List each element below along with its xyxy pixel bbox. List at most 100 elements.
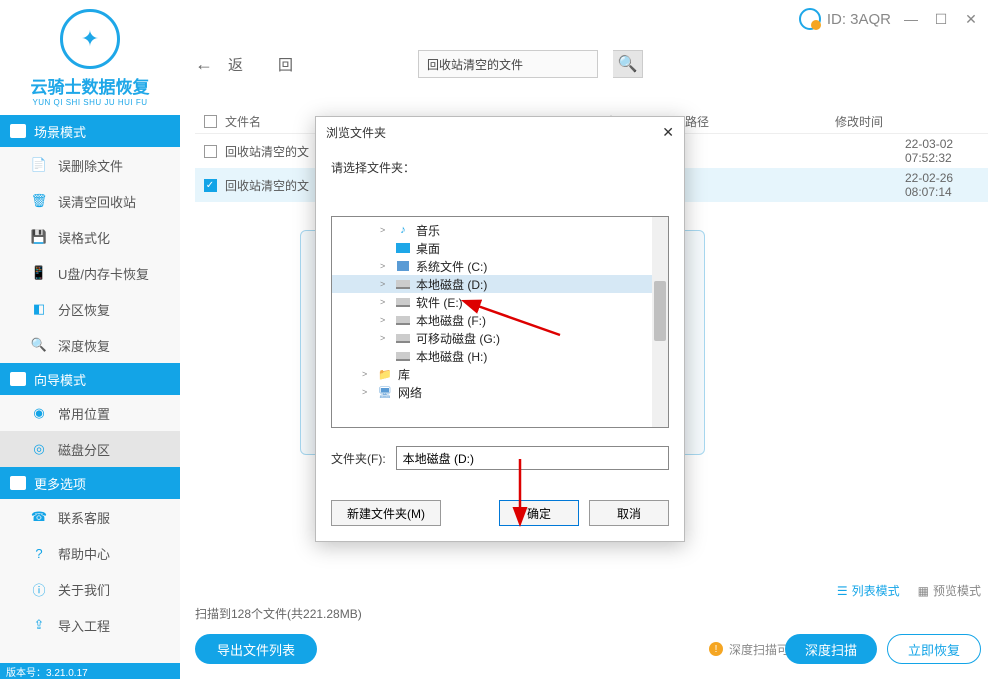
search-input[interactable] [418,50,598,78]
drive-icon [396,260,410,272]
phone-icon: ☎ [30,508,48,526]
nav-deep[interactable]: 🔍深度恢复 [0,327,180,363]
back-label[interactable]: 返 回 [228,54,303,75]
export-button[interactable]: 导出文件列表 [195,634,317,664]
recover-button[interactable]: 立即恢复 [887,634,981,664]
drive-icon [396,350,410,362]
info-icon: ⓘ [30,580,48,598]
window-controls: ID: 3AQR — ☐ ✕ [799,8,981,30]
tree-item-drive-c[interactable]: >系统文件 (C:) [332,257,668,275]
browse-folder-dialog: 浏览文件夹 ✕ 请选择文件夹： >♪音乐 桌面 >系统文件 (C:) >本地磁盘… [315,116,685,542]
scene-icon [10,124,26,138]
deep-scan-button[interactable]: 深度扫描 [785,634,877,664]
new-folder-button[interactable]: 新建文件夹(M) [331,500,441,526]
expand-icon[interactable]: > [362,369,372,379]
preview-mode-button[interactable]: ▦预览模式 [918,582,981,599]
disk-icon: ◎ [30,440,48,458]
scan-summary: 扫描到128个文件(共221.28MB) [195,605,983,622]
col-time[interactable]: 修改时间 [835,113,988,130]
import-icon: ⇪ [30,616,48,634]
tree-item-library[interactable]: >📁库 [332,365,668,383]
back-arrow-icon[interactable]: ← [195,54,213,75]
nav-recycle-bin[interactable]: 🗑误清空回收站 [0,183,180,219]
grid-icon: ▦ [918,584,929,598]
expand-icon[interactable]: > [362,387,372,397]
nav-import[interactable]: ⇪导入工程 [0,607,180,643]
action-buttons: 深度扫描 立即恢复 [785,634,981,664]
col-path[interactable]: 路径 [685,113,835,130]
nav-about[interactable]: ⓘ关于我们 [0,571,180,607]
nav-disk-partition[interactable]: ◎磁盘分区 [0,431,180,467]
expand-icon[interactable]: > [380,315,390,325]
tree-item-drive-h[interactable]: 本地磁盘 (H:) [332,347,668,365]
warning-icon: ! [709,642,723,656]
tree-scrollbar[interactable] [652,217,668,427]
list-icon: ☰ [837,584,848,598]
recycle-icon: 🗑 [30,192,48,210]
nav-help[interactable]: ?帮助中心 [0,535,180,571]
expand-icon[interactable]: > [380,261,390,271]
section-more-options: 更多选项 [0,467,180,499]
location-icon: ◉ [30,404,48,422]
drive-icon [396,296,410,308]
section-scene-mode: 场景模式 [0,115,180,147]
tree-item-drive-e[interactable]: >软件 (E:) [332,293,668,311]
nav-contact[interactable]: ☎联系客服 [0,499,180,535]
user-id-badge: ID: 3AQR [799,8,891,30]
nav-common-location[interactable]: ◉常用位置 [0,395,180,431]
app-title: 云骑士数据恢复 [31,73,150,98]
dialog-title: 浏览文件夹 [326,124,386,141]
nav-usb[interactable]: 📱U盘/内存卡恢复 [0,255,180,291]
dialog-close-button[interactable]: ✕ [662,124,674,141]
nav-row: ← 返 回 🔍 [195,50,643,78]
minimize-button[interactable]: — [901,9,921,29]
folder-tree[interactable]: >♪音乐 桌面 >系统文件 (C:) >本地磁盘 (D:) >软件 (E:) >… [331,216,669,428]
logo-icon: ✦ [81,26,99,52]
nav-deleted-files[interactable]: 📄误删除文件 [0,147,180,183]
search-button[interactable]: 🔍 [613,50,643,78]
save-icon: 💾 [30,228,48,246]
maximize-button[interactable]: ☐ [931,9,951,29]
dialog-prompt: 请选择文件夹： [331,159,669,176]
app-subtitle: YUN QI SHI SHU JU HUI FU [32,98,147,107]
file-remove-icon: 📄 [30,156,48,174]
folder-field-label: 文件夹(F): [331,450,386,467]
row-checkbox[interactable]: ✓ [204,179,217,192]
expand-icon[interactable]: > [380,279,390,289]
app-logo: ✦ 云骑士数据恢复 YUN QI SHI SHU JU HUI FU [0,0,180,115]
network-icon: 🖥 [378,386,392,398]
wizard-icon [10,372,26,386]
dialog-titlebar: 浏览文件夹 ✕ [316,117,684,147]
library-icon: 📁 [378,368,392,380]
folder-name-input[interactable] [396,446,669,470]
version-bar: 版本号：3.21.0.17 [0,663,180,679]
scrollbar-thumb[interactable] [654,281,666,341]
tree-item-drive-f[interactable]: >本地磁盘 (F:) [332,311,668,329]
ok-button[interactable]: 确定 [499,500,579,526]
drive-icon [396,332,410,344]
tree-item-drive-g[interactable]: >可移动磁盘 (G:) [332,329,668,347]
tree-item-desktop[interactable]: 桌面 [332,239,668,257]
expand-icon[interactable]: > [380,297,390,307]
row-checkbox[interactable] [204,145,217,158]
deep-icon: 🔍 [30,336,48,354]
more-icon [10,476,26,490]
cancel-button[interactable]: 取消 [589,500,669,526]
view-mode-switch: ☰列表模式 ▦预览模式 [837,582,981,599]
nav-partition[interactable]: ◧分区恢复 [0,291,180,327]
drive-icon [396,314,410,326]
list-mode-button[interactable]: ☰列表模式 [837,582,900,599]
user-avatar-icon [799,8,821,30]
nav-format[interactable]: 💾误格式化 [0,219,180,255]
usb-icon: 📱 [30,264,48,282]
select-all-checkbox[interactable] [204,115,217,128]
section-wizard-mode: 向导模式 [0,363,180,395]
tree-item-music[interactable]: >♪音乐 [332,221,668,239]
music-icon: ♪ [396,224,410,236]
tree-item-drive-d[interactable]: >本地磁盘 (D:) [332,275,668,293]
tree-item-network[interactable]: >🖥网络 [332,383,668,401]
help-icon: ? [30,544,48,562]
expand-icon[interactable]: > [380,333,390,343]
expand-icon[interactable]: > [380,225,390,235]
close-button[interactable]: ✕ [961,9,981,29]
